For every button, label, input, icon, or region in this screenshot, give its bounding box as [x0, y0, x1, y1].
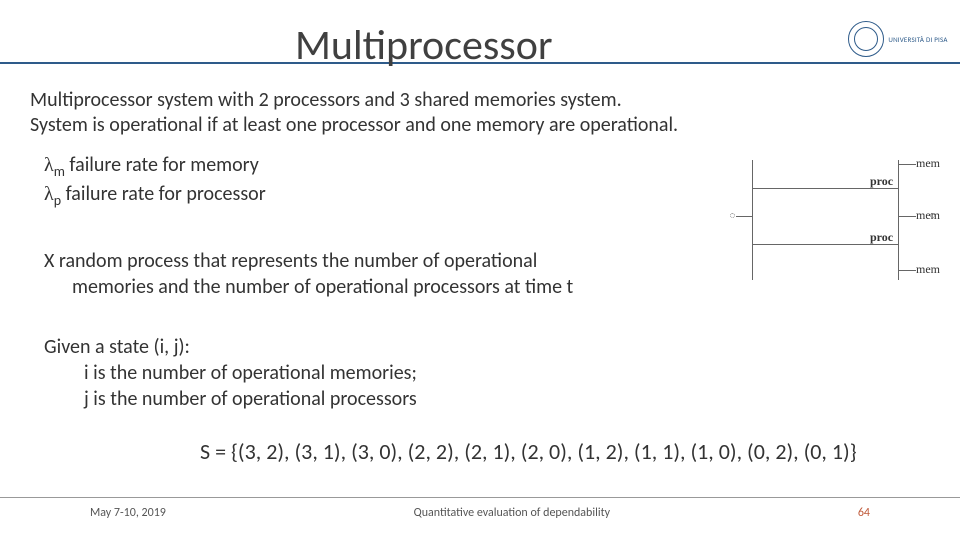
- footer: May 7-10, 2019 Quantitative evaluation o…: [0, 497, 960, 520]
- rate-memory-text: failure rate for memory: [65, 153, 259, 177]
- x-def-line-2: memories and the number of operational p…: [72, 274, 604, 300]
- state-space: S = {(3, 2), (3, 1), (3, 0), (2, 2), (2,…: [200, 438, 930, 465]
- intro-line-2: System is operational if at least one pr…: [30, 113, 930, 138]
- intro-line-1: Multiprocessor system with 2 processors …: [30, 88, 930, 113]
- slide: Multiprocessor UNIVERSITÀ DI PISA Multip…: [0, 0, 960, 540]
- bus-mem3: [898, 270, 916, 271]
- bus-mem1: [898, 164, 916, 165]
- university-name: UNIVERSITÀ DI PISA: [888, 35, 947, 44]
- lambda-p-sub: p: [54, 192, 61, 209]
- page-number: 64: [858, 506, 870, 520]
- footer-date: May 7-10, 2019: [90, 506, 166, 520]
- label-proc-2: proc: [870, 230, 893, 245]
- footer-rule: [0, 497, 960, 498]
- footer-row: May 7-10, 2019 Quantitative evaluation o…: [0, 506, 960, 520]
- slide-title: Multiprocessor: [295, 20, 553, 71]
- given-head: Given a state (i, j):: [44, 334, 930, 360]
- bus-mem2: [898, 216, 916, 217]
- university-logo: UNIVERSITÀ DI PISA: [848, 10, 948, 68]
- given-j: j is the number of operational processor…: [84, 386, 930, 412]
- node-left: [730, 213, 735, 218]
- bus-left: [752, 160, 753, 280]
- x-def-line-1: X random process that represents the num…: [44, 248, 604, 274]
- bus-right: [898, 160, 899, 280]
- label-mem-1: mem: [916, 156, 940, 171]
- seal-icon: [848, 21, 884, 57]
- label-mem-2: mem: [916, 208, 940, 223]
- lambda-m-sub: m: [54, 163, 65, 180]
- x-definition: X random process that represents the num…: [44, 248, 604, 300]
- bus-left-stub: [736, 216, 752, 217]
- title-bar: Multiprocessor: [0, 20, 960, 76]
- multiprocessor-diagram: mem mem mem proc proc: [730, 152, 942, 290]
- state-definition: Given a state (i, j): i is the number of…: [44, 334, 930, 412]
- lambda-m-symbol: λ: [44, 154, 54, 176]
- label-proc-1: proc: [870, 174, 893, 189]
- given-i: i is the number of operational memories;: [84, 360, 930, 386]
- label-mem-3: mem: [916, 262, 940, 277]
- rate-processor-text: failure rate for processor: [61, 182, 266, 206]
- lambda-p-symbol: λ: [44, 183, 54, 205]
- footer-title: Quantitative evaluation of dependability: [414, 506, 610, 520]
